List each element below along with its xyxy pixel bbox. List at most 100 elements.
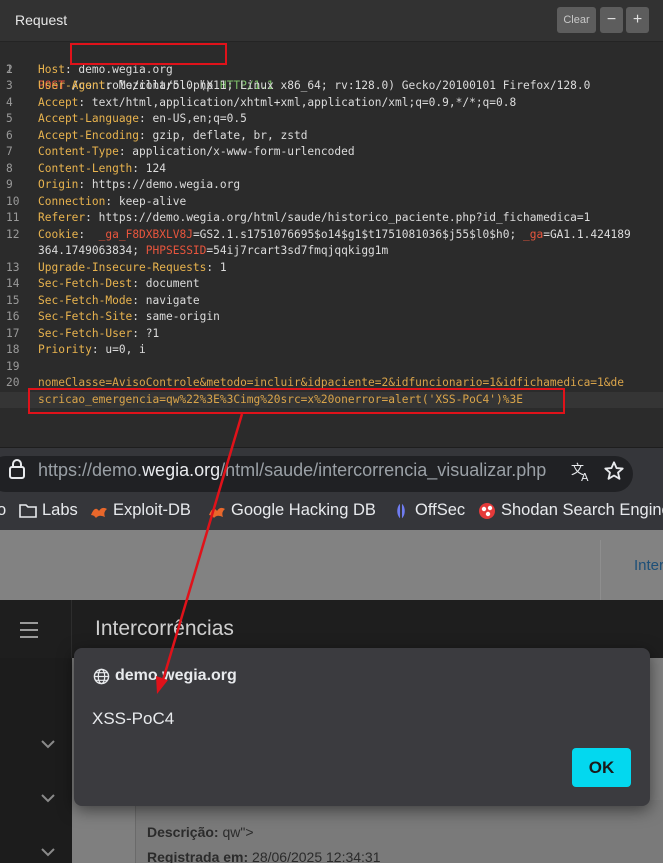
alert-dialog: demo.wegia.org XSS-PoC4 OK — [74, 648, 650, 806]
bookmark-folder-labs[interactable]: Labs — [19, 501, 78, 520]
line-number: 9 — [6, 178, 13, 191]
cookie-line: 12 Cookie: _ga_F8DXBXLV8J=GS2.1.s17510766… — [0, 227, 663, 244]
shodan-icon — [479, 502, 495, 519]
burp-request-panel: Request Clear − + 1 POST /controle/contr… — [0, 0, 663, 448]
bookmark-google-hacking-db[interactable]: Google Hacking DB — [208, 501, 376, 520]
line-number: 5 — [6, 112, 13, 125]
header-line: 13 Upgrade-Insecure-Requests: 1 — [0, 260, 663, 277]
header-key: Accept — [38, 95, 79, 109]
url-text[interactable]: https://demo.wegia.org/html/saude/interc… — [38, 460, 546, 481]
exploit-db-icon — [209, 507, 225, 518]
header-key: Sec-Fetch-User — [38, 326, 133, 340]
bookmark-item[interactable]: o — [0, 501, 6, 520]
globe-icon — [93, 668, 110, 685]
header-line: 3 User-Agent: Mozilla/5.0 (X11; Linux x86… — [0, 78, 663, 95]
header-line: 7 Content-Type: application/x-www-form-ur… — [0, 144, 663, 161]
header-value: : keep-alive — [105, 194, 187, 208]
header-key: Content-Type — [38, 145, 119, 158]
header-value: : same-origin — [132, 310, 220, 323]
line-number: 16 — [6, 310, 20, 323]
header-key: Sec-Fetch-Dest — [38, 277, 133, 290]
chevron-down-icon[interactable] — [40, 739, 56, 749]
header-value: : navigate — [132, 293, 200, 307]
divider — [71, 600, 72, 658]
lock-icon[interactable] — [8, 458, 26, 480]
line-number: 14 — [6, 277, 20, 290]
zoom-out-button[interactable]: − — [600, 7, 623, 33]
line-number: 17 — [6, 326, 20, 340]
line-number: 7 — [6, 145, 13, 158]
line-number: 13 — [6, 260, 20, 274]
line-number: 6 — [6, 128, 13, 142]
header-value: : document — [132, 277, 200, 290]
registered-value: 28/06/2025 12:34:31 — [248, 849, 381, 863]
folder-icon — [19, 504, 37, 518]
chevron-down-icon[interactable] — [40, 847, 56, 857]
bookmark-exploit-db[interactable]: Exploit-DB — [90, 501, 191, 520]
line-number: 20 — [6, 376, 20, 389]
header-key: Referer — [38, 211, 86, 224]
header-value: : https://demo.wegia.org/html/saude/hist… — [85, 211, 591, 224]
header-value: : application/x-www-form-urlencoded — [118, 145, 355, 158]
line-number: 11 — [6, 211, 20, 224]
cookie-value: 364.1749063834; — [38, 244, 146, 257]
line-number: 15 — [6, 293, 20, 307]
registered-label: Registrada em: — [147, 849, 249, 863]
header-line: 14 Sec-Fetch-Dest: document — [0, 276, 663, 293]
cookie-value: =GA1.1.424189 — [543, 227, 631, 241]
page-top-bar: Inter — [0, 530, 663, 600]
header-key: Sec-Fetch-Mode — [38, 293, 133, 307]
header-line: 5 Accept-Language: en-US,en;q=0.5 — [0, 111, 663, 128]
header-value: : en-US,en;q=0.5 — [139, 112, 247, 125]
header-line: 8 Content-Length: 124 — [0, 161, 663, 178]
star-icon[interactable] — [603, 460, 625, 482]
cookie-name: PHPSESSID — [145, 244, 207, 257]
exploit-db-icon — [91, 507, 107, 518]
clear-button[interactable]: Clear — [557, 7, 596, 33]
header-value: : ?1 — [132, 326, 160, 340]
highlight-box-payload — [28, 388, 565, 414]
offsec-icon — [397, 502, 405, 519]
header-key: Sec-Fetch-Site — [38, 310, 133, 323]
sidebar — [0, 658, 72, 863]
line-number: 12 — [6, 227, 20, 241]
header-key: Connection — [38, 194, 106, 208]
header-line: 11 Referer: https://demo.wegia.org/html/s… — [0, 210, 663, 227]
bookmark-shodan[interactable]: Shodan Search Engine — [478, 501, 663, 520]
header-value: : 124 — [132, 161, 166, 175]
line-number: 19 — [6, 359, 20, 373]
intercorrencias-link[interactable]: Inter — [634, 557, 663, 574]
cookie-name: _ga — [522, 227, 544, 241]
translate-icon[interactable]: 文 A — [571, 461, 593, 483]
header-value: : u=0, i — [91, 343, 146, 356]
line-number: 4 — [6, 95, 13, 109]
header-line: 17 Sec-Fetch-User: ?1 — [0, 326, 663, 343]
panel-title: Request — [15, 12, 68, 28]
blank-line: 19 — [0, 359, 663, 376]
registered-row: Registrada em: 28/06/2025 12:34:31 — [147, 849, 381, 863]
header-key: Content-Length — [38, 161, 133, 175]
ok-button[interactable]: OK — [572, 748, 631, 787]
zoom-in-button[interactable]: + — [626, 7, 649, 33]
chevron-down-icon[interactable] — [40, 793, 56, 803]
header-value: : text/html,application/xhtml+xml,applic… — [78, 95, 517, 109]
header-line: 4 Accept: text/html,application/xhtml+xml… — [0, 95, 663, 112]
header-line: 9 Origin: https://demo.wegia.org — [0, 177, 663, 194]
bookmarks-bar: o Labs Exploit-DB Google Hacking DB OffS… — [0, 495, 663, 529]
header-value: : 1 — [206, 260, 227, 274]
line-number: 18 — [6, 343, 20, 356]
request-editor[interactable]: 1 POST /controle/control.php HTTP/1.1 2H… — [0, 45, 663, 408]
header-key: Origin — [38, 178, 79, 191]
cookie-value: =54ij7rcart3sd7fmqjqqkigg1m — [206, 244, 389, 257]
line-number: 3 — [6, 79, 13, 92]
header-key: Upgrade-Insecure-Requests — [38, 260, 207, 274]
hamburger-menu-icon[interactable] — [20, 621, 40, 639]
cookie-name: _ga_F8DXBXLV8J — [98, 227, 193, 241]
url-domain: wegia.org — [142, 460, 221, 480]
cookie-value: =GS2.1.s1751076695$o14$g1$t1751081036$j5… — [192, 227, 523, 241]
header-key: Host — [38, 62, 65, 76]
svg-text:A: A — [581, 471, 589, 483]
url-path: /html/saude/intercorrencia_visualizar.ph… — [220, 460, 547, 480]
header-key: User-Agent — [38, 79, 106, 92]
bookmark-offsec[interactable]: OffSec — [392, 501, 465, 520]
